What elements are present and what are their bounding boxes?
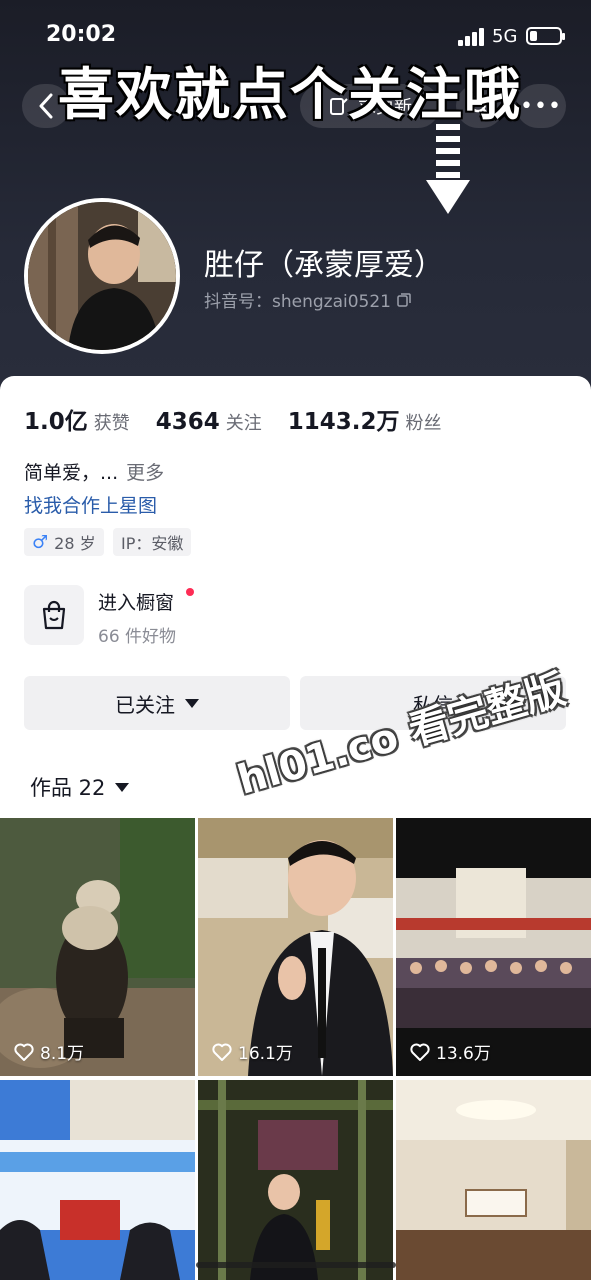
bio-more-link[interactable]: 更多 xyxy=(126,462,164,484)
video-thumbnail[interactable]: 8.1万 xyxy=(0,818,195,1076)
gender-age-tag: ♂ 28 岁 xyxy=(24,528,104,556)
like-count-text: 8.1万 xyxy=(40,1044,85,1064)
more-button[interactable]: ••• xyxy=(516,84,566,128)
bio-text: 简单爱，... xyxy=(24,462,119,484)
like-count-text: 13.6万 xyxy=(436,1044,491,1064)
followed-label: 已关注 xyxy=(115,692,175,717)
ip-tag: IP：安徽 xyxy=(113,528,192,556)
like-count: 13.6万 xyxy=(410,1039,491,1064)
shopping-bag-icon xyxy=(42,600,66,630)
shop-window-title[interactable]: 进入橱窗 xyxy=(98,588,174,615)
video-thumbnail[interactable] xyxy=(0,1080,195,1280)
douyin-id-text: 抖音号：shengzai0521 xyxy=(204,292,391,312)
network-type: 5G xyxy=(492,26,518,47)
video-thumbnail-image xyxy=(0,818,195,1076)
video-thumbnail[interactable]: 16.1万 xyxy=(198,818,393,1076)
likes-label: 获赞 xyxy=(93,413,130,434)
like-count: 16.1万 xyxy=(212,1039,293,1064)
douyin-id: 抖音号：shengzai0521 xyxy=(204,287,411,312)
overlay-caption: 喜欢就点个关注哦 xyxy=(58,63,522,128)
nickname: 胜仔（承蒙厚爱） xyxy=(204,248,444,283)
followed-button[interactable]: 已关注 xyxy=(24,676,290,730)
caret-down-icon xyxy=(185,698,199,708)
copy-icon[interactable] xyxy=(397,292,411,307)
following-label[interactable]: 关注 xyxy=(226,409,262,435)
video-thumbnail-image xyxy=(0,1080,195,1280)
heart-icon xyxy=(212,1043,232,1061)
shop-window-button[interactable] xyxy=(24,585,84,645)
notification-dot xyxy=(186,588,194,596)
heart-icon xyxy=(410,1043,430,1061)
like-count: 8.1万 xyxy=(14,1039,84,1064)
ip-text: IP：安徽 xyxy=(121,534,184,553)
video-thumbnail[interactable] xyxy=(198,1080,393,1280)
home-indicator[interactable] xyxy=(196,1262,396,1268)
video-thumbnail[interactable]: 13.6万 xyxy=(396,818,591,1076)
battery-icon xyxy=(526,27,565,45)
status-time: 20:02 xyxy=(46,22,117,47)
following-count[interactable]: 4364 xyxy=(156,409,220,435)
tab-works[interactable]: 作品 22 xyxy=(30,772,130,802)
avatar-photo xyxy=(28,202,176,350)
video-thumbnail-image xyxy=(198,818,393,1076)
bio: 简单爱，... 更多 xyxy=(24,458,164,485)
age-text: 28 岁 xyxy=(54,534,96,553)
tab-works-label: 作品 22 xyxy=(30,776,106,800)
heart-icon xyxy=(14,1043,34,1061)
arrow-down-icon xyxy=(426,124,470,214)
like-count-text: 16.1万 xyxy=(238,1044,293,1064)
signal-icon xyxy=(458,28,484,46)
profile-stats: 1.0亿 获赞 4364 关注 1143.2万 粉丝 xyxy=(24,402,468,436)
video-thumbnail-image xyxy=(396,1080,591,1280)
caret-down-icon xyxy=(115,782,130,792)
cooperation-link[interactable]: 找我合作上星图 xyxy=(24,491,157,518)
video-thumbnail-image xyxy=(396,818,591,1076)
chevron-left-icon xyxy=(39,93,53,119)
followers-count[interactable]: 1143.2万 xyxy=(288,402,400,436)
video-thumbnail[interactable] xyxy=(396,1080,591,1280)
video-thumbnail-image xyxy=(198,1080,393,1280)
shop-window-subtitle: 66 件好物 xyxy=(98,627,177,647)
avatar[interactable] xyxy=(24,198,180,354)
followers-label[interactable]: 粉丝 xyxy=(406,409,442,435)
likes-count: 1.0亿 xyxy=(24,409,88,435)
gender-male-icon: ♂ xyxy=(32,531,49,553)
more-dots-icon: ••• xyxy=(520,93,562,119)
